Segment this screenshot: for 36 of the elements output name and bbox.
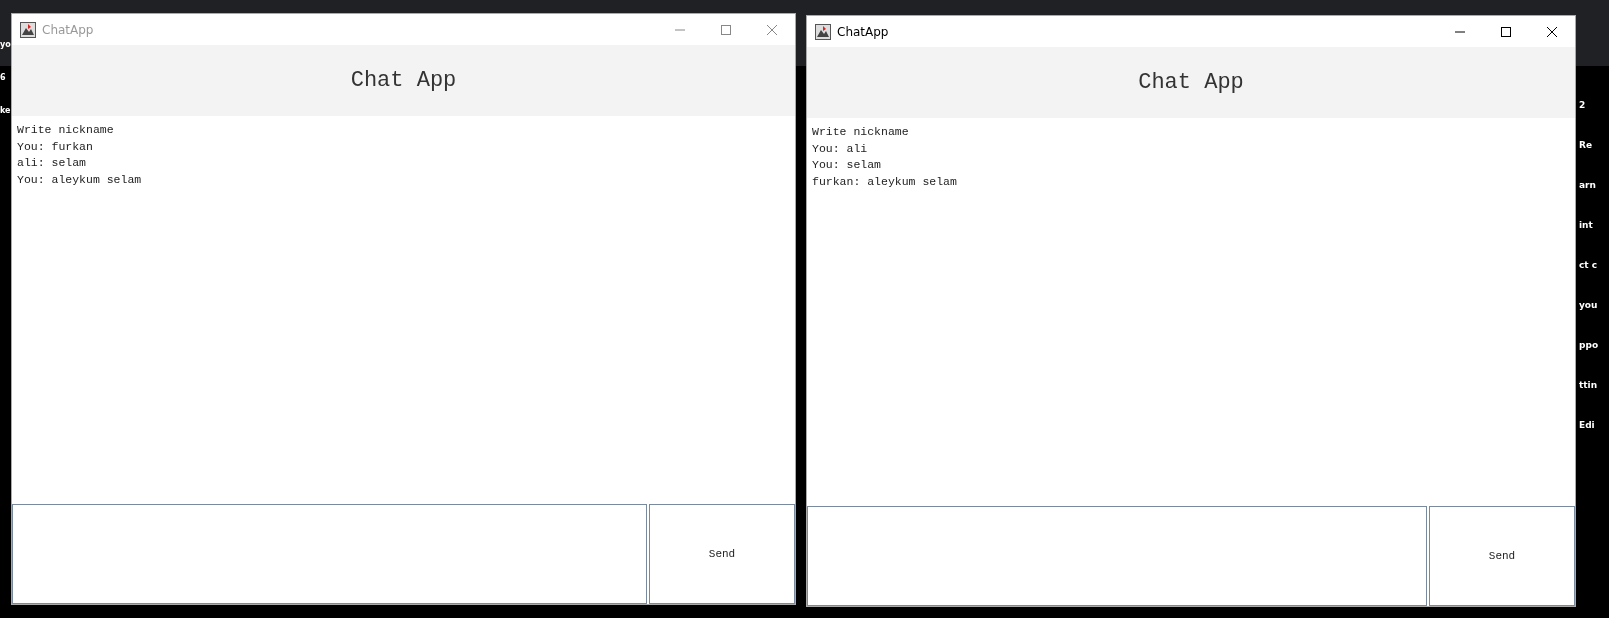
app-icon: [815, 23, 831, 40]
window-title: ChatApp: [837, 24, 889, 39]
chat-message: You: furkan: [17, 138, 94, 155]
chat-message: You: ali: [812, 140, 869, 157]
background-text: arn: [1579, 180, 1597, 190]
close-icon: [1546, 25, 1558, 38]
background-text: 2: [1579, 100, 1587, 110]
message-input[interactable]: [807, 506, 1427, 606]
background-text: Re: [1579, 140, 1594, 150]
message-input[interactable]: [12, 504, 647, 604]
minimize-icon: [674, 28, 686, 31]
chat-message: furkan: aleykum selam: [812, 173, 958, 190]
maximize-icon: [720, 23, 732, 36]
chat-message: You: aleykum selam: [17, 171, 143, 188]
background-text: ke: [0, 106, 11, 115]
chat-message: Write nickname: [812, 124, 910, 140]
maximize-icon: [1500, 25, 1512, 38]
close-icon: [766, 23, 778, 36]
background-text: ct c: [1579, 260, 1599, 270]
background-text: you: [1579, 300, 1599, 310]
app-heading: Chat App: [1138, 70, 1244, 95]
chat-message: ali: selam: [17, 155, 87, 171]
app-icon: [20, 21, 36, 38]
background-text: 6: [0, 73, 7, 82]
send-button[interactable]: Send: [649, 504, 795, 604]
background-text: Edi: [1579, 420, 1596, 430]
minimize-icon: [1454, 30, 1466, 33]
chat-message: You: selam: [812, 157, 882, 173]
chat-message: Write nickname: [17, 122, 115, 138]
app-heading: Chat App: [350, 68, 457, 93]
window-title: ChatApp: [42, 22, 94, 37]
background-text: yo: [0, 40, 11, 49]
background-text: ppo: [1579, 340, 1600, 350]
background-text: int: [1579, 220, 1594, 230]
send-button[interactable]: Send: [1429, 506, 1575, 606]
background-text: ttin: [1579, 380, 1599, 390]
